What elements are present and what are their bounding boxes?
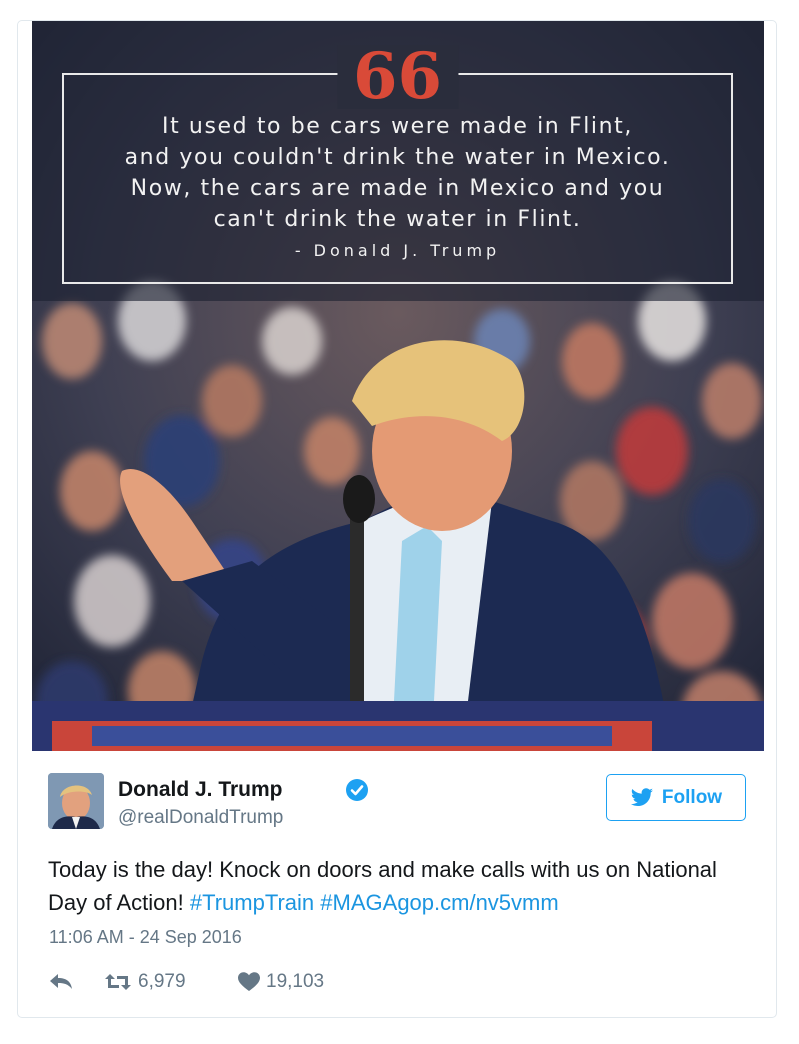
reply-button[interactable]: [48, 969, 74, 995]
follow-button[interactable]: Follow: [606, 774, 746, 821]
quote-line: can't drink the water in Flint.: [213, 207, 582, 232]
tweet-header: Donald J. Trump @realDonaldTrump Follow: [48, 773, 748, 829]
quote-line: Now, the cars are made in Mexico and you: [130, 176, 665, 201]
avatar[interactable]: [48, 773, 104, 829]
reply-icon: [50, 974, 72, 989]
quote-mark-icon: 66: [336, 45, 459, 109]
heart-icon: [238, 972, 260, 991]
quote-line: It used to be cars were made in Flint,: [162, 114, 633, 139]
hashtag-link[interactable]: #TrumpTrain: [190, 890, 314, 915]
quote-text: It used to be cars were made in Flint, a…: [64, 111, 731, 235]
quote-author: - Donald J. Trump: [294, 241, 501, 260]
user-handle[interactable]: @realDonaldTrump: [118, 807, 283, 829]
bird-icon: [630, 787, 653, 806]
retweet-button[interactable]: 6,979: [104, 969, 186, 995]
like-button[interactable]: 19,103: [238, 969, 324, 995]
tweet-timestamp[interactable]: 11:06 AM - 24 Sep 2016: [49, 927, 242, 948]
retweet-icon: [105, 974, 131, 990]
display-name[interactable]: Donald J. Trump: [118, 778, 283, 802]
avatar-image: [48, 773, 104, 829]
tweet-actions: 6,979 19,103: [48, 969, 448, 999]
quote-line: and you couldn't drink the water in Mexi…: [124, 145, 671, 170]
retweet-count: 6,979: [138, 971, 186, 992]
like-count: 19,103: [266, 971, 325, 992]
tweet-text: Today is the day! Knock on doors and mak…: [48, 853, 748, 919]
follow-label: Follow: [661, 786, 723, 808]
verified-badge-icon: [346, 779, 368, 801]
tweet-media-image[interactable]: 66 It used to be cars were made in Flint…: [32, 21, 764, 751]
hashtag-link[interactable]: #MAGAgop.cm/nv5vmm: [320, 890, 558, 915]
quote-frame: 66 It used to be cars were made in Flint…: [62, 45, 733, 284]
tweet-card: 66 It used to be cars were made in Flint…: [17, 20, 777, 1018]
